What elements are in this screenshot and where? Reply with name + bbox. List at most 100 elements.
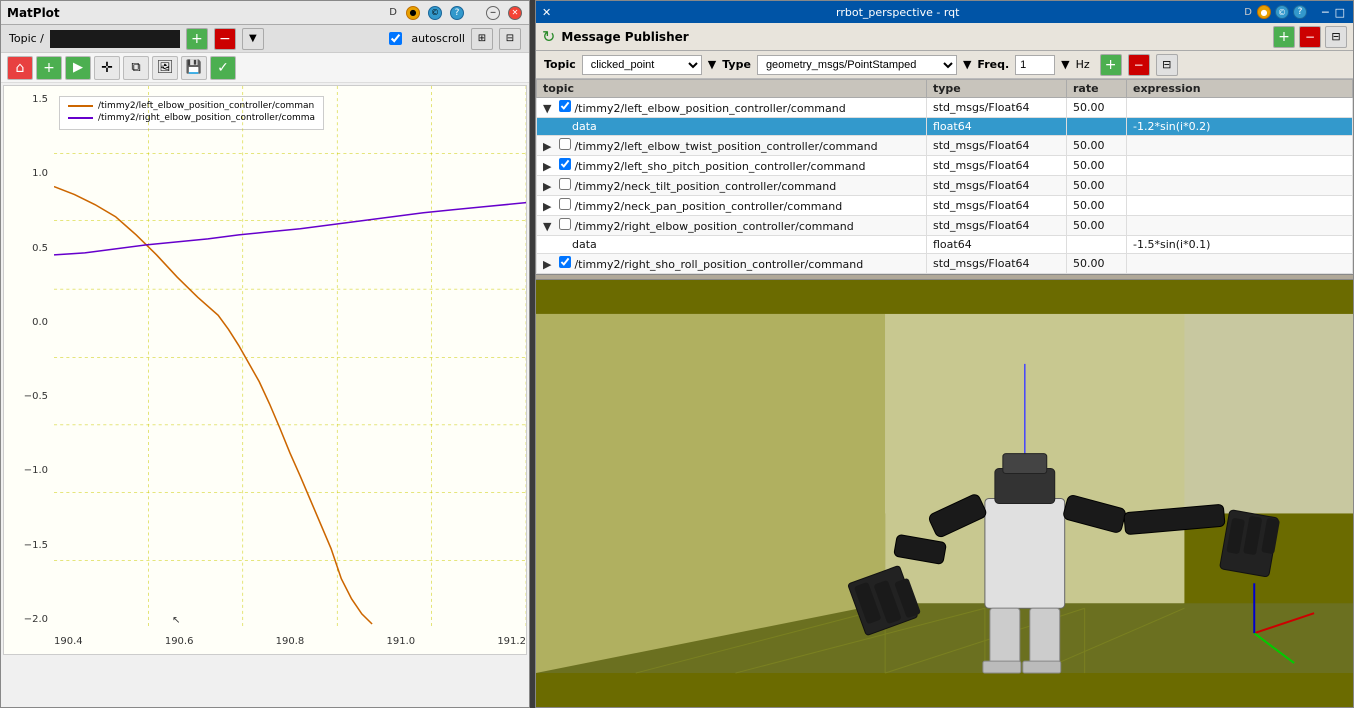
layout-btn2[interactable]: ⊟ (499, 28, 521, 50)
table-row: ▶ /timmy2/right_sho_roll_position_contro… (537, 254, 1353, 274)
matplot-close-btn[interactable]: ✕ (508, 6, 522, 20)
expand-btn-6[interactable]: ▼ (543, 220, 551, 233)
expand-btn-3[interactable]: ▶ (543, 160, 551, 173)
rqt-min-btn[interactable]: ─ (1322, 6, 1329, 19)
expr-cell: -1.5*sin(i*0.1) (1127, 236, 1353, 254)
remove-pub-btn[interactable]: − (1299, 26, 1321, 48)
chart-svg (54, 86, 526, 629)
pub-settings-btn[interactable]: ⊟ (1156, 54, 1178, 76)
rqt-toolbar-btns: + − ⊟ (1273, 26, 1347, 48)
topic-text-2: /timmy2/left_elbow_twist_position_contro… (574, 140, 877, 153)
matplot-titlebar: MatPlot D ● © ? ─ ✕ (1, 1, 529, 25)
type-dropdown[interactable]: geometry_msgs/PointStamped (757, 55, 957, 75)
rate-cell-4: 50.00 (1067, 176, 1127, 196)
row-checkbox-6[interactable] (559, 218, 571, 230)
type-cell-6: std_msgs/Float64 (927, 216, 1067, 236)
clear-pub-btn[interactable]: ⊟ (1325, 26, 1347, 48)
table-row: ▼ /timmy2/right_elbow_position_controlle… (537, 216, 1353, 236)
topic-cell: ▶ /timmy2/neck_tilt_position_controller/… (537, 176, 927, 196)
matplot-circle2[interactable]: © (428, 6, 442, 20)
hz-label: Hz (1076, 58, 1090, 71)
rate-cell-1: 50.00 (1067, 98, 1127, 118)
rate-cell-3: 50.00 (1067, 156, 1127, 176)
image-btn[interactable]: 🖼 (152, 56, 178, 80)
topic-input[interactable] (50, 30, 180, 48)
rate-cell (1067, 236, 1127, 254)
col-topic: topic (537, 80, 927, 98)
layout-btn1[interactable]: ⊞ (471, 28, 493, 50)
expand-btn-7[interactable]: ▶ (543, 258, 551, 271)
purple-plot-line (54, 203, 526, 255)
message-table: topic type rate expression ▼ /timmy2/lef… (536, 79, 1353, 274)
row-checkbox-4[interactable] (559, 178, 571, 190)
add-pub-btn[interactable]: + (1273, 26, 1295, 48)
type-cell-7: std_msgs/Float64 (927, 254, 1067, 274)
row-checkbox-3[interactable] (559, 158, 571, 170)
expand-btn-5[interactable]: ▶ (543, 200, 551, 213)
forward-btn[interactable]: ▶ (65, 56, 91, 80)
remove-freq-btn[interactable]: − (1128, 54, 1150, 76)
freq-dropdown-arrow[interactable]: ▼ (1061, 58, 1069, 71)
mouse-cursor: ↖ (172, 615, 180, 626)
back-btn[interactable]: + (36, 56, 62, 80)
table-row: data float64 -1.5*sin(i*0.1) (537, 236, 1353, 254)
type-cell: float64 (927, 118, 1067, 136)
add-topic-btn[interactable]: + (186, 28, 208, 50)
rqt-d-btn[interactable]: D (1244, 7, 1252, 18)
copy-btn[interactable]: ⧉ (123, 56, 149, 80)
save-btn[interactable]: 💾 (181, 56, 207, 80)
topic-dropdown[interactable]: clicked_point (582, 55, 702, 75)
type-cell-1: std_msgs/Float64 (927, 98, 1067, 118)
type-dropdown-arrow[interactable]: ▼ (963, 58, 971, 71)
rqt-titlebar: ✕ rrbot_perspective - rqt D ● © ? ─ □ (536, 1, 1353, 23)
pause-btn[interactable]: ▼ (242, 28, 264, 50)
topic-cell: data (537, 236, 927, 254)
home-btn[interactable]: ⌂ (7, 56, 33, 80)
topic-text-4: /timmy2/neck_tilt_position_controller/co… (574, 180, 836, 193)
rqt-window: ✕ rrbot_perspective - rqt D ● © ? ─ □ ↻ … (535, 0, 1354, 708)
matplot-min-btn[interactable]: ─ (486, 6, 500, 20)
topic-text-3: /timmy2/left_sho_pitch_position_controll… (574, 160, 865, 173)
table-row[interactable]: data float64 -1.2*sin(i*0.2) (537, 118, 1353, 136)
matplot-title: MatPlot (7, 6, 60, 20)
expand-btn-4[interactable]: ▶ (543, 180, 551, 193)
rate-cell-2: 50.00 (1067, 136, 1127, 156)
topic-text-1: /timmy2/left_elbow_position_controller/c… (574, 102, 845, 115)
add-freq-btn[interactable]: + (1100, 54, 1122, 76)
topic-dropdown-arrow[interactable]: ▼ (708, 58, 716, 71)
chart-area: 1.5 1.0 0.5 0.0 −0.5 −1.0 −1.5 −2.0 /tim… (3, 85, 527, 655)
topic-text-5: /timmy2/neck_pan_position_controller/com… (574, 200, 842, 213)
rqt-win-btn[interactable]: □ (1335, 6, 1345, 19)
rqt-help-btn[interactable]: ? (1293, 5, 1307, 19)
rqt-circle2[interactable]: © (1275, 5, 1289, 19)
matplot-window: MatPlot D ● © ? ─ ✕ Topic / + − ▼ autosc… (0, 0, 530, 708)
row-checkbox-1[interactable] (559, 100, 571, 112)
freq-input[interactable] (1015, 55, 1055, 75)
rqt-close-btn[interactable]: ✕ (542, 6, 551, 19)
check-btn[interactable]: ✓ (210, 56, 236, 80)
autoscroll-checkbox[interactable] (389, 32, 402, 45)
topic-cell: data (537, 118, 927, 136)
table-row: ▶ /timmy2/neck_pan_position_controller/c… (537, 196, 1353, 216)
rate-cell-7: 50.00 (1067, 254, 1127, 274)
rqt-circle1[interactable]: ● (1257, 5, 1271, 19)
remove-topic-btn[interactable]: − (214, 28, 236, 50)
table-row: ▼ /timmy2/left_elbow_position_controller… (537, 98, 1353, 118)
topic-config-bar: Topic clicked_point ▼ Type geometry_msgs… (536, 51, 1353, 79)
matplot-d-btn[interactable]: D (389, 7, 397, 18)
matplot-help-btn[interactable]: ? (450, 6, 464, 20)
matplot-circle1[interactable]: ● (406, 6, 420, 20)
message-table-container: topic type rate expression ▼ /timmy2/lef… (536, 79, 1353, 274)
type-cell-2: std_msgs/Float64 (927, 136, 1067, 156)
row-checkbox-2[interactable] (559, 138, 571, 150)
cross-btn[interactable]: ✛ (94, 56, 120, 80)
expand-btn-2[interactable]: ▶ (543, 140, 551, 153)
expand-btn-1[interactable]: ▼ (543, 102, 551, 115)
robot-scene-svg (536, 280, 1353, 707)
row-checkbox-7[interactable] (559, 256, 571, 268)
row-checkbox-5[interactable] (559, 198, 571, 210)
type-cell-4: std_msgs/Float64 (927, 176, 1067, 196)
topic-cell: ▶ /timmy2/left_sho_pitch_position_contro… (537, 156, 927, 176)
expr-cell-3 (1127, 156, 1353, 176)
topic-cell: ▶ /timmy2/right_sho_roll_position_contro… (537, 254, 927, 274)
